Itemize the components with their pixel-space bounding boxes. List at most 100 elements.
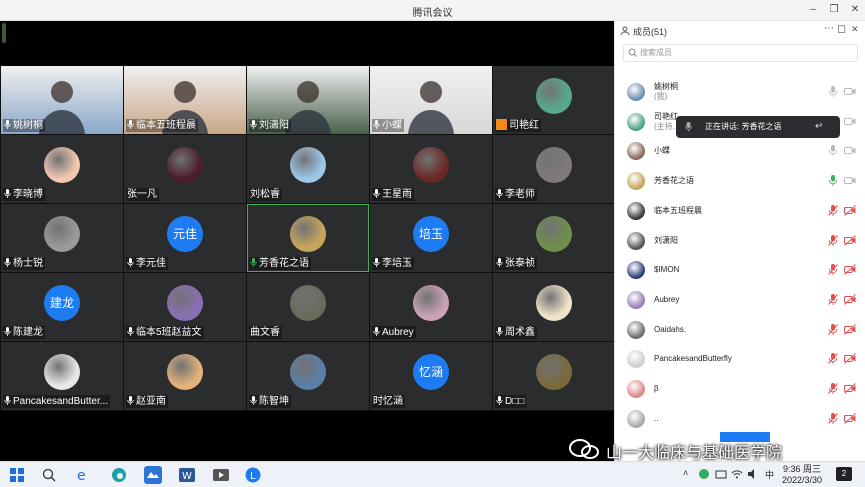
member-mic-icon[interactable] [828,86,838,97]
tray-chevron-icon[interactable]: ˄ [683,468,688,478]
participant-name-label: 李老师 [495,188,537,201]
member-mic-icon[interactable] [828,293,838,305]
network-icon[interactable] [715,468,727,480]
participant-tile[interactable]: 李晓博 [1,135,123,203]
participant-tile[interactable]: 建龙 陈建龙 [1,273,123,341]
member-camera-icon[interactable] [844,116,856,127]
member-mic-icon[interactable] [828,323,838,335]
participant-tile[interactable]: 忆涵 时忆涵 [370,342,492,410]
tray-app-icon[interactable] [698,468,710,480]
wechat-logo-icon [569,439,599,459]
search-taskbar-icon[interactable] [40,466,58,484]
participant-tile[interactable]: Aubrey [370,273,492,341]
member-row[interactable]: 芳香花之语 [615,166,865,195]
search-members-input[interactable]: 搜索成员 [623,44,858,62]
notification-badge[interactable]: 2 [836,467,852,481]
participant-tile[interactable]: 陈智坤 [247,342,369,410]
member-row[interactable]: 姚树桐 (我) [615,77,865,106]
participant-tile[interactable]: 张泰祯 [493,204,615,272]
participant-tile[interactable]: D□□ [493,342,615,410]
member-camera-icon[interactable] [844,353,856,365]
mic-icon [373,120,380,129]
member-mic-icon[interactable] [828,383,838,394]
participant-tile[interactable]: PancakesandButter... [1,342,123,410]
member-camera-icon[interactable] [844,145,856,156]
member-camera-icon[interactable] [844,383,856,394]
taskbar-clock[interactable]: 9:36 周三 2022/3/30 [782,464,822,486]
participant-tile[interactable]: 刘潇阳 [247,66,369,134]
participant-name-label: Aubrey [372,326,416,339]
member-camera-icon[interactable] [844,234,856,246]
member-camera-icon[interactable] [844,86,856,97]
member-row[interactable]: 小蝶 [615,136,865,165]
member-camera-icon[interactable] [844,412,856,424]
minimize-icon[interactable]: – [806,3,820,17]
member-camera-icon[interactable] [844,204,856,216]
member-row[interactable]: PancakesandButterfly [615,344,865,373]
participant-tile[interactable]: 王星雨 [370,135,492,203]
participant-name-label: 陈智坤 [249,395,291,408]
member-name: Oaidahs. [654,324,687,334]
participant-avatar [167,285,203,321]
more-icon[interactable]: ⋯ [824,23,834,34]
participant-tile[interactable]: 李老师 [493,135,615,203]
participant-avatar [44,147,80,183]
member-avatar [627,172,645,191]
participant-tile[interactable]: 司艳红 [493,66,615,134]
member-row[interactable]: Aubrey [615,285,865,314]
participant-tile[interactable]: 元佳 李元佳 [124,204,246,272]
member-name: 临本五班程晨 [654,205,702,215]
member-row[interactable]: 刘潇阳 [615,226,865,255]
participant-tile[interactable]: 姚树桐 [1,66,123,134]
member-camera-icon[interactable] [844,323,856,335]
close-icon[interactable]: ✕ [848,3,862,17]
member-row[interactable]: Oaidahs. [615,315,865,344]
participant-tile[interactable]: 刘松睿 [247,135,369,203]
word-icon[interactable]: W [178,466,196,484]
member-mic-icon[interactable] [828,204,838,216]
popout-icon[interactable]: ◻ [837,22,846,35]
participant-tile[interactable]: 临本5班赵益文 [124,273,246,341]
ie-browser-icon[interactable]: e [74,466,92,484]
windows-start-icon[interactable] [8,466,26,484]
volume-icon[interactable] [747,468,759,480]
member-camera-icon[interactable] [844,264,856,276]
participant-avatar [536,354,572,390]
ime-indicator[interactable]: 中 [765,468,774,481]
clock-time: 9:36 周三 [783,464,822,474]
member-camera-icon[interactable] [844,175,856,186]
participant-tile[interactable]: 临本五班程晨 [124,66,246,134]
member-mic-icon[interactable] [828,353,838,365]
drag-handle[interactable] [2,23,6,43]
tencent-meeting-icon[interactable] [144,466,162,484]
member-mic-icon[interactable] [828,234,838,246]
edge-browser-icon[interactable] [110,466,128,484]
toast-back-icon[interactable]: ↵ [815,116,823,138]
member-row[interactable]: 临本五班程晨 [615,196,865,225]
participant-tile[interactable]: 培玉 李培玉 [370,204,492,272]
member-row[interactable]: β [615,374,865,403]
participant-tile[interactable]: 芳香花之语 [247,204,369,272]
participant-tile[interactable]: 小蝶 [370,66,492,134]
media-player-icon[interactable] [212,466,230,484]
participant-avatar-text: 培玉 [413,216,449,252]
member-row[interactable]: .. [615,404,865,433]
mic-icon [496,189,503,198]
participant-tile[interactable]: 杨士锐 [1,204,123,272]
panel-close-icon[interactable]: ✕ [851,24,859,35]
member-camera-icon[interactable] [844,294,856,305]
participant-avatar [413,285,449,321]
member-row[interactable]: $IMON [615,255,865,284]
member-mic-icon[interactable] [828,412,838,424]
participant-tile[interactable]: 赵亚南 [124,342,246,410]
participant-tile[interactable]: 张一凡 [124,135,246,203]
participant-tile[interactable]: 周术鑫 [493,273,615,341]
mic-icon [4,258,11,267]
app-l-icon[interactable]: L [244,466,262,484]
member-mic-icon[interactable] [828,175,838,187]
member-mic-icon[interactable] [828,264,838,276]
participant-tile[interactable]: 曲文睿 [247,273,369,341]
wifi-icon[interactable] [731,468,743,480]
maximize-icon[interactable]: ❐ [827,3,841,17]
member-mic-icon[interactable] [828,145,838,157]
